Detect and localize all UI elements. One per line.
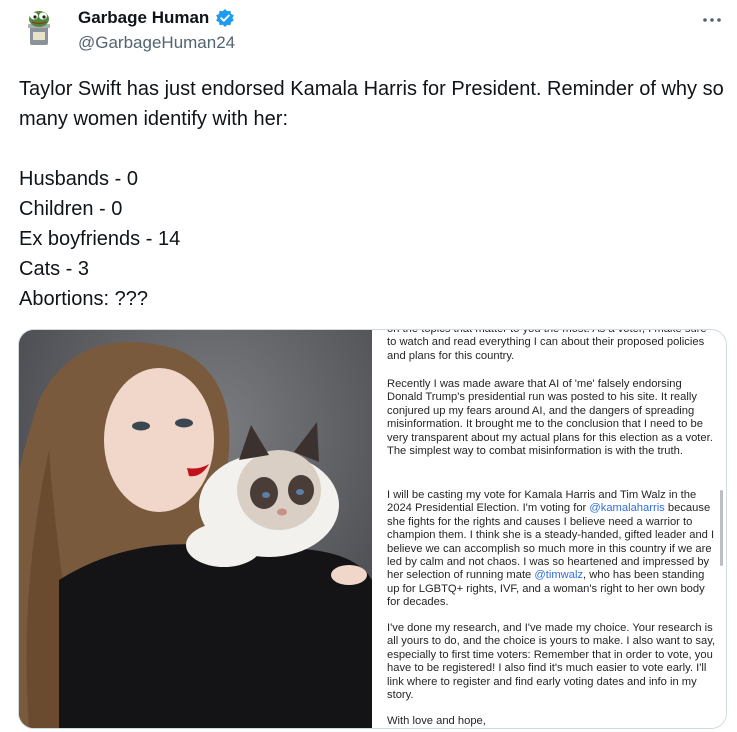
avatar[interactable] (19, 7, 59, 47)
verified-badge-icon (215, 8, 235, 28)
woman-holding-ragdoll-cat-photo (19, 330, 372, 728)
author-handle[interactable]: @GarbageHuman24 (78, 33, 235, 53)
statement-paragraph: I will be casting my vote for Kamala Har… (387, 489, 717, 610)
mention-link[interactable]: @timwalz (534, 569, 583, 581)
statement-paragraph: on the topics that matter to you the mos… (387, 330, 707, 362)
statement-paragraph: With love and hope, (387, 715, 486, 727)
scrollbar[interactable] (720, 490, 723, 566)
statement-paragraph: I've done my research, and I've made my … (387, 622, 716, 702)
author-name-row: Garbage Human (78, 8, 235, 28)
endorsement-statement: on the topics that matter to you the mos… (372, 330, 726, 728)
mention-link[interactable]: @kamalaharris (589, 502, 664, 514)
statement-paragraph: Recently I was made aware that AI of 'me… (387, 378, 713, 458)
author-display-name[interactable]: Garbage Human (78, 8, 209, 28)
pepe-frog-in-trash-can-icon (28, 11, 50, 45)
tweet-media[interactable]: on the topics that matter to you the mos… (18, 329, 727, 729)
tweet-text: Taylor Swift has just endorsed Kamala Ha… (19, 78, 724, 310)
ellipsis-icon[interactable] (702, 8, 722, 29)
